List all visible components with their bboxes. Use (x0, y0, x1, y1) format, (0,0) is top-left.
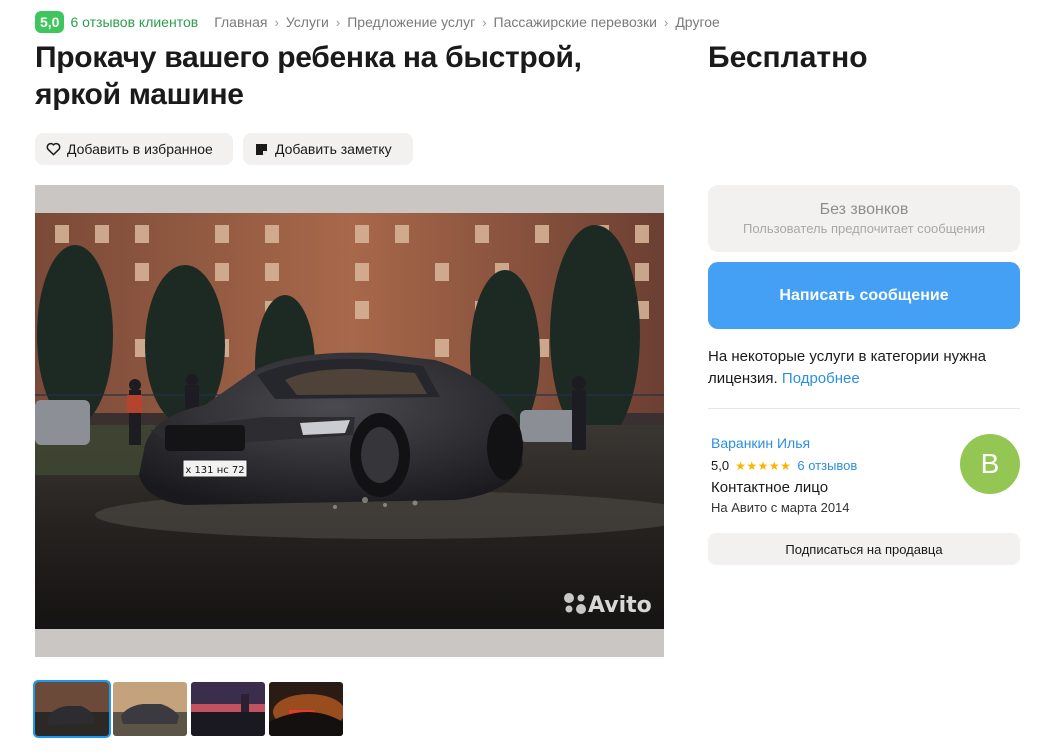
chevron-right-icon: › (482, 14, 487, 30)
rating-badge: 5,0 (35, 11, 65, 33)
seller-rating: 5,0 ★★★★★ 6 отзывов (711, 458, 857, 473)
thumbnail-1[interactable] (33, 680, 111, 738)
no-calls-title: Без звонков (819, 201, 909, 218)
star-rating-icon: ★★★★★ (735, 458, 792, 473)
breadcrumb-service-offers[interactable]: Предложение услуг (347, 14, 475, 30)
seller-name-link[interactable]: Варанкин Илья (711, 435, 810, 451)
listing-price: Бесплатно (708, 41, 868, 74)
thumbnail-3[interactable] (191, 682, 265, 736)
heart-icon (45, 141, 61, 157)
svg-text:Avito: Avito (588, 593, 652, 618)
main-photo[interactable]: х 131 нс 72 Avito (35, 185, 664, 657)
add-note-button[interactable]: Добавить заметку (243, 133, 413, 165)
reviews-link[interactable]: 6 отзывов клиентов (70, 14, 198, 30)
breadcrumb-passenger-transport[interactable]: Пассажирские перевозки (494, 14, 657, 30)
subscribe-seller-button[interactable]: Подписаться на продавца (708, 533, 1020, 565)
note-icon (253, 141, 269, 157)
breadcrumb-home[interactable]: Главная (214, 14, 267, 30)
thumbnail-2[interactable] (113, 682, 187, 736)
listing-title: Прокачу вашего ребенка на быстрой, яркой… (35, 41, 582, 111)
add-to-favorites-button[interactable]: Добавить в избранное (35, 133, 233, 165)
top-bar: 5,0 6 отзывов клиентов Главная › Услуги … (35, 11, 720, 33)
breadcrumb-other[interactable]: Другое (675, 14, 719, 30)
avatar[interactable]: В (960, 434, 1020, 494)
add-note-label: Добавить заметку (275, 141, 392, 157)
chevron-right-icon: › (274, 14, 279, 30)
breadcrumb-services[interactable]: Услуги (286, 14, 329, 30)
thumbnail-strip (33, 680, 343, 738)
contact-person-label: Контактное лицо (711, 479, 829, 496)
license-plate-text: х 131 нс 72 (185, 465, 244, 476)
member-since: На Авито с марта 2014 (711, 500, 850, 515)
no-calls-notice: Без звонков Пользователь предпочитает со… (708, 185, 1020, 252)
license-notice: На некоторые услуги в категории нужна ли… (708, 346, 1028, 390)
seller-reviews-link[interactable]: 6 отзывов (797, 458, 857, 473)
breadcrumb: Главная › Услуги › Предложение услуг › П… (214, 14, 720, 30)
no-calls-subtitle: Пользователь предпочитает сообщения (742, 221, 985, 236)
seller-rating-value: 5,0 (711, 458, 730, 473)
license-more-link[interactable]: Подробнее (782, 370, 860, 387)
divider (708, 408, 1020, 409)
chevron-right-icon: › (663, 14, 669, 30)
add-to-favorites-label: Добавить в избранное (67, 141, 213, 157)
write-message-button[interactable]: Написать сообщение (708, 262, 1020, 329)
thumbnail-4[interactable] (269, 682, 343, 736)
chevron-right-icon: › (335, 14, 341, 30)
